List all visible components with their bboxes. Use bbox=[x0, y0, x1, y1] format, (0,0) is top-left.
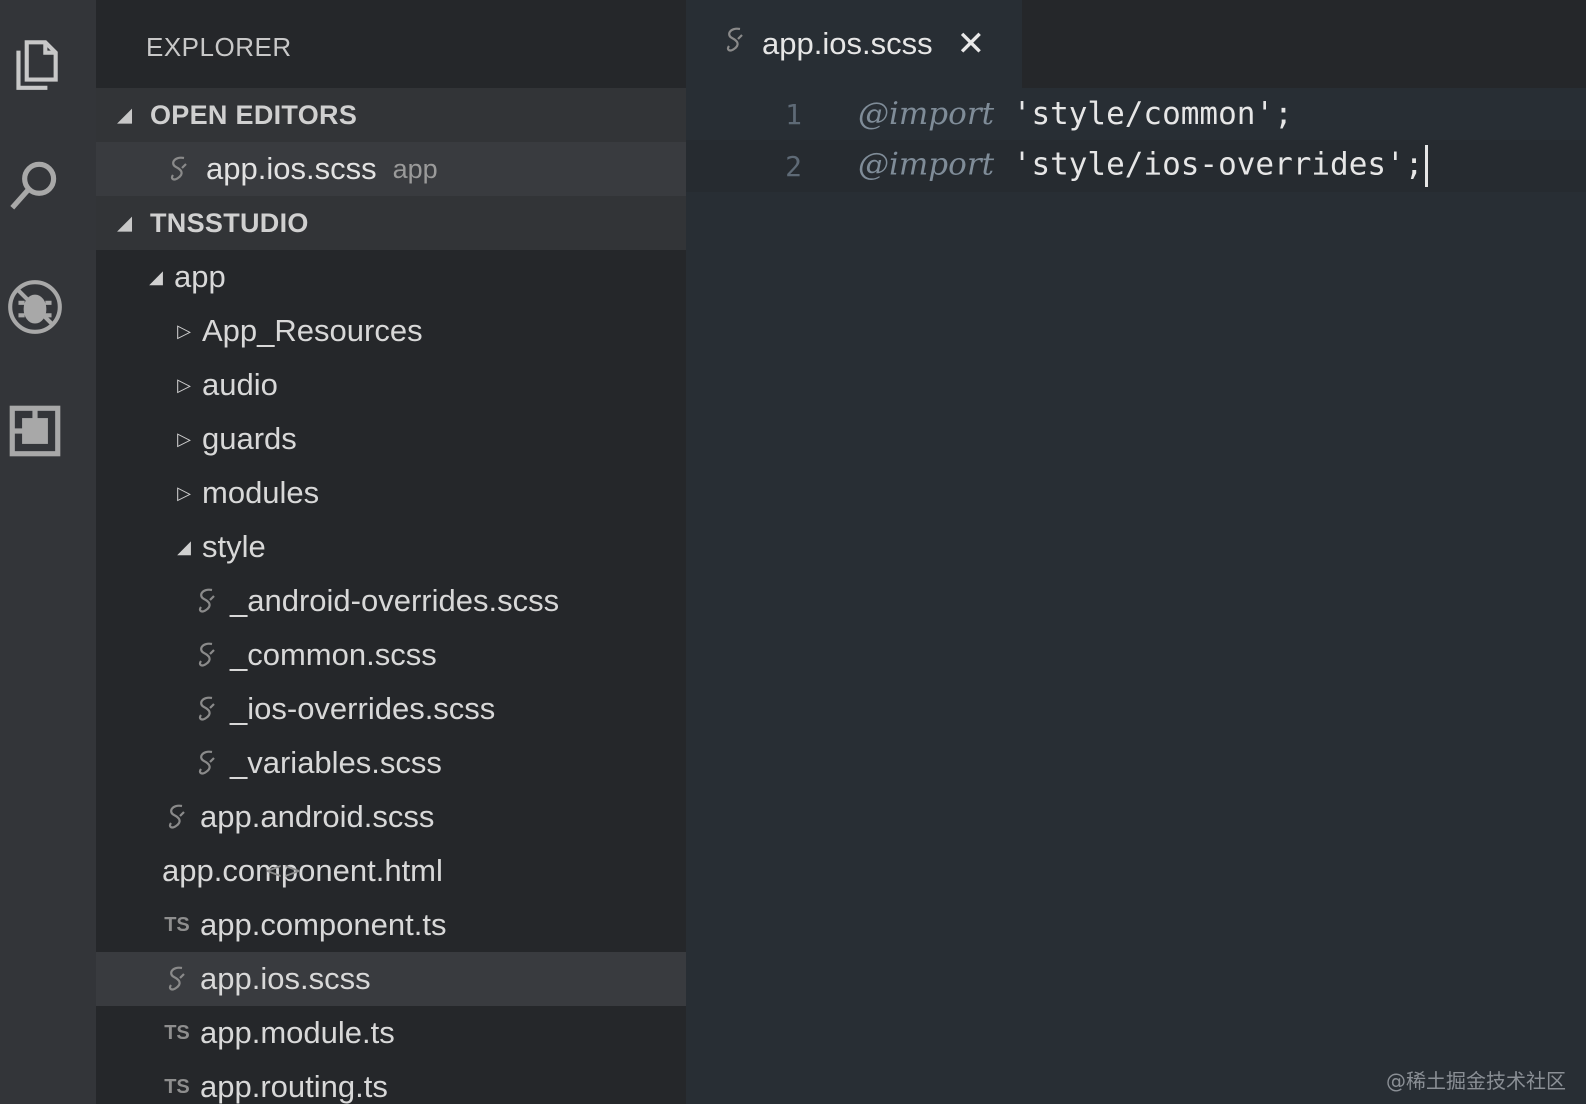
line-number: 2 bbox=[785, 149, 802, 183]
text-cursor bbox=[1425, 145, 1429, 187]
code-text: @import 'style/common'; bbox=[858, 96, 1293, 132]
tree-item-label: app.ios.scss bbox=[200, 961, 371, 996]
sass-icon bbox=[192, 694, 222, 724]
tree-file[interactable]: TS app.module.ts bbox=[96, 1006, 686, 1060]
watermark: @稀土掘金技术社区 bbox=[1386, 1069, 1566, 1093]
tree-item-label: app.android.scss bbox=[200, 799, 435, 834]
open-editor-label: app.ios.scss bbox=[206, 151, 377, 186]
tree-file[interactable]: TS app.component.ts bbox=[96, 898, 686, 952]
tree-file[interactable]: <> app.component.html bbox=[96, 844, 686, 898]
tree-file[interactable]: TS app.routing.ts bbox=[96, 1060, 686, 1104]
code-string: 'style/ios-overrides'; bbox=[1012, 146, 1424, 183]
tree-file-selected[interactable]: app.ios.scss bbox=[96, 952, 686, 1006]
chevron-right-icon: ▷ bbox=[177, 428, 191, 449]
open-editors-label: OPEN EDITORS bbox=[150, 99, 358, 130]
tree-item-label: app bbox=[174, 259, 226, 294]
tab-app-ios-scss[interactable]: app.ios.scss ✕ bbox=[686, 0, 1022, 88]
chevron-right-icon: ▷ bbox=[177, 320, 191, 341]
sass-icon bbox=[192, 586, 222, 616]
tree-item-label: _ios-overrides.scss bbox=[230, 691, 496, 726]
sass-icon bbox=[162, 802, 192, 832]
chevron-right-icon: ▷ bbox=[177, 482, 191, 503]
explorer-sidebar: EXPLORER ◢ OPEN EDITORS app.ios.scss app… bbox=[96, 0, 686, 1104]
search-icon[interactable] bbox=[0, 150, 70, 220]
tree-file[interactable]: _variables.scss bbox=[96, 736, 686, 790]
activity-bar bbox=[0, 0, 96, 1104]
tree-folder-audio[interactable]: ▷ audio bbox=[96, 358, 686, 412]
sass-icon bbox=[96, 154, 192, 184]
typescript-icon: TS bbox=[164, 1021, 190, 1044]
close-icon[interactable]: ✕ bbox=[957, 24, 986, 64]
tab-label: app.ios.scss bbox=[762, 26, 933, 61]
chevron-down-icon: ◢ bbox=[117, 212, 133, 233]
tree-file[interactable]: _android-overrides.scss bbox=[96, 574, 686, 628]
tree-item-label: modules bbox=[202, 475, 320, 510]
sass-icon bbox=[162, 964, 192, 994]
extensions-icon[interactable] bbox=[0, 396, 70, 466]
explorer-title: EXPLORER bbox=[146, 32, 292, 62]
project-label: TNSSTUDIO bbox=[150, 207, 309, 238]
typescript-icon: TS bbox=[164, 913, 190, 936]
tree-item-label: App_Resources bbox=[202, 313, 423, 348]
tree-item-label: app.routing.ts bbox=[200, 1069, 388, 1104]
open-editor-description: app bbox=[392, 153, 438, 184]
chevron-right-icon: ▷ bbox=[177, 374, 191, 395]
tree-item-label: _variables.scss bbox=[230, 745, 442, 780]
sass-icon bbox=[192, 748, 222, 778]
open-editor-item[interactable]: app.ios.scss app bbox=[96, 142, 686, 196]
project-header[interactable]: ◢ TNSSTUDIO bbox=[96, 196, 686, 250]
tree-folder-app[interactable]: ◢ app bbox=[96, 250, 686, 304]
tree-file[interactable]: _common.scss bbox=[96, 628, 686, 682]
code-line-current[interactable]: 2 @import 'style/ios-overrides'; bbox=[686, 140, 1586, 192]
tree-item-label: app.component.ts bbox=[200, 907, 447, 942]
sass-icon bbox=[192, 640, 222, 670]
tree-item-label: guards bbox=[202, 421, 297, 456]
debug-icon[interactable] bbox=[0, 272, 70, 342]
tree-folder-guards[interactable]: ▷ guards bbox=[96, 412, 686, 466]
tree-folder-style[interactable]: ◢ style bbox=[96, 520, 686, 574]
editor-area: app.ios.scss ✕ 1 @import 'style/common';… bbox=[686, 0, 1586, 1104]
html-icon: <> bbox=[264, 858, 302, 884]
typescript-icon: TS bbox=[164, 1075, 190, 1098]
code-keyword: @import bbox=[858, 96, 995, 132]
tree-item-label: _android-overrides.scss bbox=[230, 583, 560, 618]
tree-item-label: app.module.ts bbox=[200, 1015, 395, 1050]
chevron-down-icon: ◢ bbox=[149, 266, 163, 287]
code-text: @import 'style/ios-overrides'; bbox=[858, 145, 1429, 187]
code-string: 'style/common'; bbox=[1012, 96, 1293, 132]
tree-item-label: app.component.html bbox=[162, 853, 443, 888]
sass-icon bbox=[722, 25, 748, 63]
tree-item-label: style bbox=[202, 529, 266, 564]
tab-strip: app.ios.scss ✕ bbox=[686, 0, 1586, 88]
chevron-down-icon: ◢ bbox=[117, 104, 133, 125]
files-icon[interactable] bbox=[0, 28, 70, 98]
line-number: 1 bbox=[785, 97, 802, 131]
tree-folder-app-resources[interactable]: ▷ App_Resources bbox=[96, 304, 686, 358]
tree-item-label: _common.scss bbox=[230, 637, 437, 672]
tree-file[interactable]: app.android.scss bbox=[96, 790, 686, 844]
tree-item-label: audio bbox=[202, 367, 278, 402]
open-editors-header[interactable]: ◢ OPEN EDITORS bbox=[96, 88, 686, 142]
chevron-down-icon: ◢ bbox=[177, 536, 191, 557]
tree-folder-modules[interactable]: ▷ modules bbox=[96, 466, 686, 520]
tree-file[interactable]: _ios-overrides.scss bbox=[96, 682, 686, 736]
code-line[interactable]: 1 @import 'style/common'; bbox=[686, 88, 1586, 140]
code-keyword: @import bbox=[858, 146, 995, 183]
